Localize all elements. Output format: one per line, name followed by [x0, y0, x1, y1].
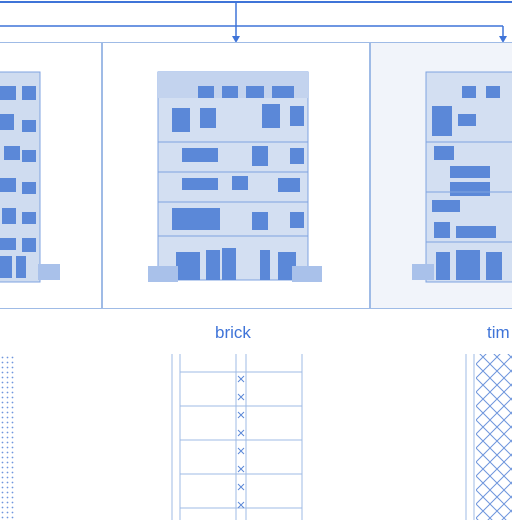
- section-brick: [171, 354, 303, 520]
- label-brick: brick: [215, 323, 251, 342]
- facade-left: [0, 71, 60, 283]
- section-timber: [465, 354, 512, 520]
- facade-brick: [148, 71, 322, 282]
- section-left: [0, 354, 14, 520]
- diagram-canvas: brick tim: [0, 0, 512, 520]
- facade-timber: [412, 71, 512, 283]
- label-timber: tim: [487, 323, 510, 342]
- section-brick-ties: [237, 375, 245, 509]
- wall-sections: [0, 354, 512, 520]
